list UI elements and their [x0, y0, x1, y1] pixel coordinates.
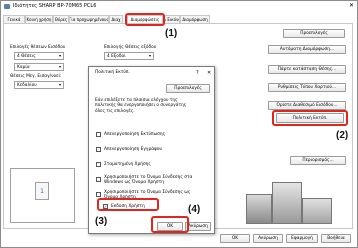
help-button[interactable]: Βοήθεια — [321, 234, 351, 243]
dialog-title: Πολιτική Εκτύπ. — [95, 70, 130, 75]
printer-main-body — [272, 182, 302, 224]
paper-type-button[interactable]: Ρυθμίσεις Τύπου Χαρτιού... — [268, 83, 346, 92]
checkbox-login-name[interactable] — [96, 192, 101, 197]
checkbox-windows-login-name[interactable] — [96, 177, 101, 182]
input-availability-button[interactable]: Ορίστε Διαθεσιμό Εισόδου... — [268, 101, 346, 110]
option-value: Καμία — [17, 64, 30, 70]
tab-advanced[interactable]: Για προχωρημένους — [69, 15, 109, 23]
feeder-select[interactable]: Κεδαλίου ▾ — [14, 81, 64, 89]
checkbox-disable-printing[interactable] — [96, 132, 101, 137]
help-icon[interactable]: ? — [196, 70, 199, 76]
input-tray-select[interactable]: 4 Θέσεις ▾ — [14, 52, 64, 60]
defaults-button[interactable]: Προεπιλογές — [283, 29, 345, 38]
callout-4-label: (4) — [188, 204, 201, 215]
input-tray-value: 4 Θέσεις — [17, 53, 36, 59]
printer-finisher — [246, 194, 272, 224]
printer-illustration — [236, 178, 348, 226]
window-close-icon[interactable]: ✕ — [349, 2, 354, 9]
restriction-button[interactable]: Περιορισμός... — [290, 156, 346, 165]
callout-4-highlight — [151, 216, 189, 233]
callout-3-label: (3) — [95, 216, 108, 227]
checkbox-label-disable-printing: Απενεργοποίηση Εκτύπωσης — [104, 132, 166, 137]
dialog-defaults-button[interactable]: Προεπιλογές — [166, 84, 210, 93]
apply-button[interactable]: Εφαρμογή — [286, 234, 318, 243]
printer-output-tray — [302, 198, 332, 224]
callout-2-label: (2) — [336, 130, 349, 141]
chevron-down-icon: ▾ — [58, 53, 61, 58]
feeder-value: Κεδαλίου — [17, 82, 37, 88]
auto-configuration-button[interactable]: Αυτόματη Διαμόρφωση... — [268, 45, 346, 54]
callout-1-label: (1) — [165, 28, 178, 39]
tab-sharing[interactable]: Κοινή χρήση — [25, 15, 53, 23]
printer-icon — [4, 4, 10, 9]
tab-management[interactable]: Διαχ — [109, 15, 123, 23]
checkbox-label-disable-document: Απενεργοποίηση Εγγράφου — [104, 147, 162, 152]
feeder-label: Θέσεις Μεγ. Εισαγ/νοεί: — [10, 74, 62, 79]
window-title: Ιδιότητες SHARP BP-70M65 PCL6 — [13, 3, 97, 9]
callout-1-highlight — [125, 13, 165, 26]
checkbox-disable-document[interactable] — [96, 147, 101, 152]
chevron-down-icon: ▾ — [58, 82, 61, 87]
option-select[interactable]: Καμία ▾ — [14, 63, 64, 71]
callout-2-highlight — [272, 110, 348, 126]
dialog-description: Εάν επιλέξετε τα πλαίσια ελέγχου της πολ… — [95, 98, 187, 114]
chevron-down-icon: ▾ — [58, 64, 61, 69]
dialog-close-icon[interactable]: ✕ — [207, 70, 211, 76]
tab-setup[interactable]: Διαμόρφωση — [180, 15, 210, 23]
cancel-button[interactable]: Ακύρωση — [253, 234, 283, 243]
checkbox-label-windows-login-name: Χρησιμοποιήστε το Όνομα Σύνδεσης στα Win… — [104, 175, 193, 185]
tray-status-button[interactable]: Πάρτε κατάσταση Θέσης... — [268, 65, 346, 74]
output-tray-value: 4 Εξοδοι — [107, 53, 126, 59]
chevron-down-icon: ▾ — [148, 53, 151, 58]
ok-button[interactable]: OK — [220, 234, 250, 243]
checkbox-stop-use[interactable] — [96, 162, 101, 167]
tab-ports[interactable]: Θύρες — [53, 15, 69, 23]
tab-image[interactable]: & Εικόνα — [164, 15, 180, 23]
checkbox-label-stop-use: Σταματημένη Χρήσης — [104, 162, 151, 167]
page-number: 1 — [40, 187, 44, 195]
tab-general[interactable]: Γενικά — [3, 15, 25, 23]
page-thumbnail: 1 — [35, 182, 49, 200]
page-preview: 1 — [10, 168, 75, 223]
output-tray-label: Επιλογής Θέσεις εξόδου — [104, 45, 157, 50]
callout-3-highlight — [97, 198, 159, 211]
output-tray-select[interactable]: 4 Εξοδοι ▾ — [104, 52, 154, 60]
title-bar: Ιδιότητες SHARP BP-70M65 PCL6 ✕ — [1, 1, 357, 13]
input-tray-label: Επιλογές θέσεων Εισόδου — [10, 45, 66, 50]
